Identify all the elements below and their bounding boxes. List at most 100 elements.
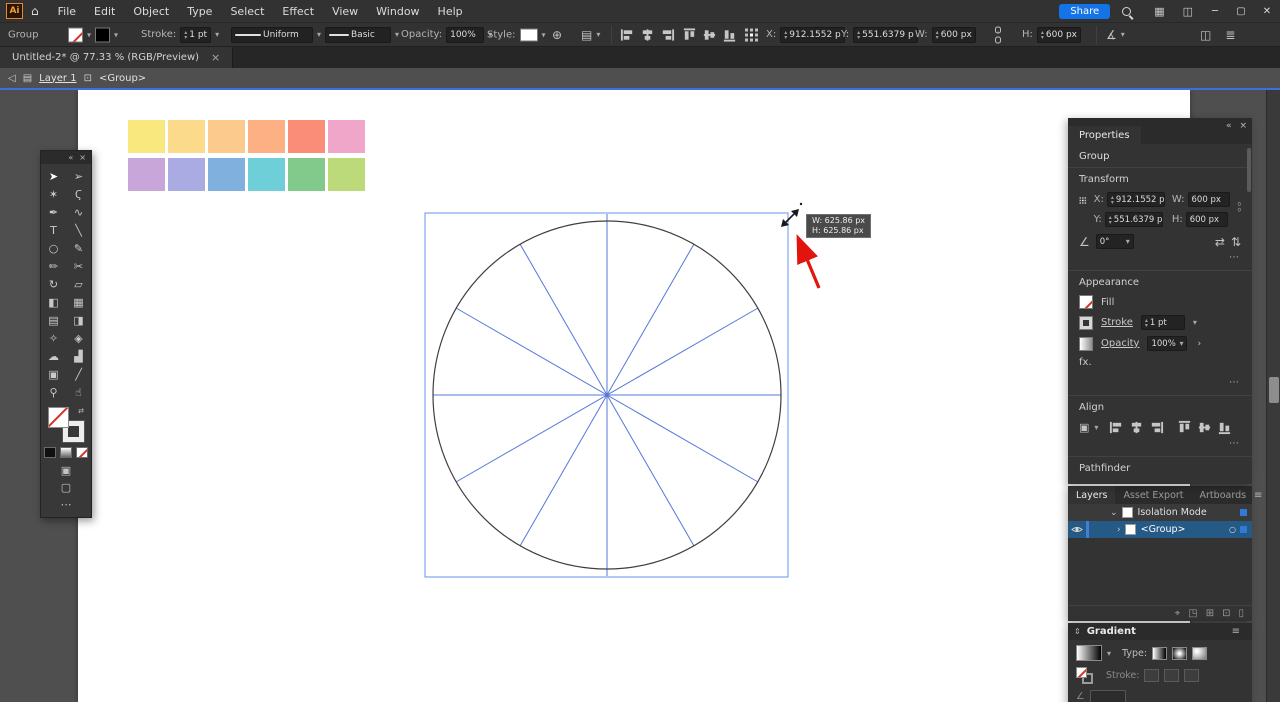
align-to-dropdown-icon[interactable]: ▾ bbox=[1094, 423, 1098, 432]
layer-thumbnail[interactable] bbox=[1124, 524, 1136, 535]
new-layer-icon[interactable]: ⊡ bbox=[1222, 608, 1230, 619]
menu-window[interactable]: Window bbox=[367, 5, 428, 18]
zoom-tool[interactable]: ⚲ bbox=[41, 383, 66, 401]
align-top-icon[interactable] bbox=[1177, 420, 1192, 435]
transform-more-options-icon[interactable]: ⋯ bbox=[1229, 252, 1239, 263]
transform-options-dropdown-icon[interactable]: ▾ bbox=[1121, 30, 1125, 39]
opacity-swatch[interactable] bbox=[1079, 336, 1093, 351]
globe-icon[interactable]: ⊕ bbox=[552, 29, 562, 41]
panel-collapse-icon[interactable]: ⇕ bbox=[1074, 627, 1081, 636]
blend-tool[interactable]: ◈ bbox=[66, 329, 91, 347]
document-setup-icon[interactable]: ▤ bbox=[581, 29, 592, 41]
shear-icon[interactable]: ∡ bbox=[1106, 29, 1117, 41]
fill-stroke-indicator[interactable]: ⇄ bbox=[48, 407, 85, 443]
direct-selection-tool[interactable]: ➢ bbox=[66, 167, 91, 185]
minimize-button[interactable]: ─ bbox=[1202, 6, 1228, 17]
panel-menu-icon[interactable]: ≡ bbox=[1232, 626, 1240, 637]
align-right-icon[interactable] bbox=[660, 27, 675, 42]
angle-field[interactable]: 0° ▾ bbox=[1095, 234, 1134, 249]
align-center-horizontal-icon[interactable] bbox=[640, 27, 655, 42]
fill-dropdown-icon[interactable]: ▾ bbox=[87, 30, 91, 39]
maximize-button[interactable]: ▢ bbox=[1228, 6, 1254, 17]
color-swatch[interactable] bbox=[248, 158, 285, 191]
shape-builder-tool[interactable]: ◧ bbox=[41, 293, 66, 311]
stroke-dropdown-icon[interactable]: ▾ bbox=[114, 30, 118, 39]
layer-row-group[interactable]: › <Group> ○ bbox=[1068, 521, 1252, 538]
pen-tool[interactable]: ✒ bbox=[41, 203, 66, 221]
menu-effect[interactable]: Effect bbox=[273, 5, 323, 18]
opacity-link[interactable]: Opacity bbox=[1101, 338, 1139, 349]
layers-tab-artboards[interactable]: Artboards bbox=[1192, 486, 1255, 504]
artboard-tool[interactable]: ▣ bbox=[41, 365, 66, 383]
home-icon[interactable]: ⌂ bbox=[31, 4, 39, 18]
new-sublayer-icon[interactable]: ⊞ bbox=[1206, 608, 1214, 619]
delete-layer-icon[interactable]: ▯ bbox=[1238, 608, 1244, 619]
fill-color-swatch[interactable] bbox=[68, 27, 83, 42]
perspective-grid-tool[interactable]: ▦ bbox=[66, 293, 91, 311]
color-swatch[interactable] bbox=[248, 120, 285, 153]
align-middle-vertical-icon[interactable] bbox=[702, 27, 717, 42]
search-icon[interactable] bbox=[1122, 6, 1132, 16]
color-button[interactable] bbox=[44, 447, 56, 458]
color-swatch[interactable] bbox=[288, 120, 325, 153]
h-field[interactable]: 600 px bbox=[1185, 212, 1228, 227]
scissors-tool[interactable]: ✂ bbox=[66, 257, 91, 275]
document-tab[interactable]: Untitled-2* @ 77.33 % (RGB/Preview) × bbox=[0, 47, 234, 68]
x-field[interactable]: ▴ ▾ 912.1552 p bbox=[780, 26, 845, 43]
control-options-icon[interactable]: ≣ bbox=[1225, 29, 1235, 41]
menu-object[interactable]: Object bbox=[124, 5, 178, 18]
stepper-icon[interactable]: ▴ ▾ bbox=[857, 29, 860, 40]
properties-tab[interactable]: Properties bbox=[1068, 126, 1141, 144]
stepper-icon[interactable]: ▴ ▾ bbox=[184, 29, 187, 40]
y-field[interactable]: ▴ ▾ 551.6379 p bbox=[853, 26, 918, 43]
freeform-gradient-icon[interactable] bbox=[1192, 646, 1208, 660]
color-swatch[interactable] bbox=[168, 158, 205, 191]
pencil-tool[interactable]: ✏ bbox=[41, 257, 66, 275]
align-left-icon[interactable] bbox=[620, 27, 635, 42]
eyedropper-tool[interactable]: ✧ bbox=[41, 329, 66, 347]
line-segment-tool[interactable]: ╲ bbox=[66, 221, 91, 239]
symbol-sprayer-tool[interactable]: ☁ bbox=[41, 347, 66, 365]
w-field[interactable]: 600 px bbox=[1187, 192, 1230, 207]
align-bottom-icon[interactable] bbox=[722, 27, 737, 42]
stepper-icon[interactable]: ▴ ▾ bbox=[1041, 29, 1044, 40]
opacity-field[interactable]: 100% bbox=[446, 26, 485, 43]
share-button[interactable]: Share bbox=[1059, 3, 1111, 19]
fx-button[interactable]: fx. bbox=[1079, 357, 1092, 368]
paintbrush-tool[interactable]: ✎ bbox=[66, 239, 91, 257]
magic-wand-tool[interactable]: ✶ bbox=[41, 185, 66, 203]
fill-indicator[interactable] bbox=[1076, 667, 1087, 678]
stepper-icon[interactable]: ▴ ▾ bbox=[784, 29, 787, 40]
breadcrumb-layer[interactable]: Layer 1 bbox=[39, 73, 76, 84]
menu-type[interactable]: Type bbox=[178, 5, 221, 18]
back-arrow-icon[interactable]: ◁ bbox=[8, 73, 16, 84]
color-swatch[interactable] bbox=[328, 158, 365, 191]
color-swatch[interactable] bbox=[208, 120, 245, 153]
hand-tool[interactable]: ☝ bbox=[66, 383, 91, 401]
flip-vertical-icon[interactable]: ⇅ bbox=[1231, 236, 1241, 248]
stepper-icon[interactable]: ▴ ▾ bbox=[936, 29, 939, 40]
reference-point-icon[interactable] bbox=[744, 27, 759, 42]
column-graph-tool[interactable]: ▟ bbox=[66, 347, 91, 365]
color-swatch[interactable] bbox=[128, 158, 165, 191]
make-clipping-mask-icon[interactable]: ◳ bbox=[1188, 608, 1197, 619]
align-to-icon[interactable]: ▣ bbox=[1079, 422, 1089, 433]
type-tool[interactable]: T bbox=[41, 221, 66, 239]
appearance-more-options-icon[interactable]: ⋯ bbox=[1229, 377, 1239, 388]
flip-horizontal-icon[interactable]: ⇄ bbox=[1215, 236, 1225, 248]
drawing-mode-icon[interactable]: ▣ bbox=[61, 464, 71, 477]
linear-gradient-icon[interactable] bbox=[1152, 646, 1168, 660]
eye-icon[interactable] bbox=[1071, 525, 1083, 534]
profile-dropdown-icon[interactable]: ▾ bbox=[317, 30, 321, 39]
expand-icon[interactable]: › bbox=[1117, 525, 1121, 535]
screen-mode-icon[interactable]: ▢ bbox=[61, 481, 71, 494]
more-tools-icon[interactable]: ⋯ bbox=[61, 498, 72, 511]
close-panel-icon[interactable]: × bbox=[79, 153, 86, 162]
align-right-icon[interactable] bbox=[1149, 420, 1164, 435]
fill-swatch[interactable] bbox=[1079, 295, 1093, 309]
stroke-weight-dropdown-icon[interactable]: ▾ bbox=[1193, 318, 1197, 327]
color-swatch[interactable] bbox=[168, 120, 205, 153]
constrain-proportions-icon[interactable] bbox=[1237, 192, 1241, 222]
ellipse-tool[interactable]: ○ bbox=[41, 239, 66, 257]
collapse-panel-icon[interactable]: « bbox=[1226, 121, 1232, 131]
